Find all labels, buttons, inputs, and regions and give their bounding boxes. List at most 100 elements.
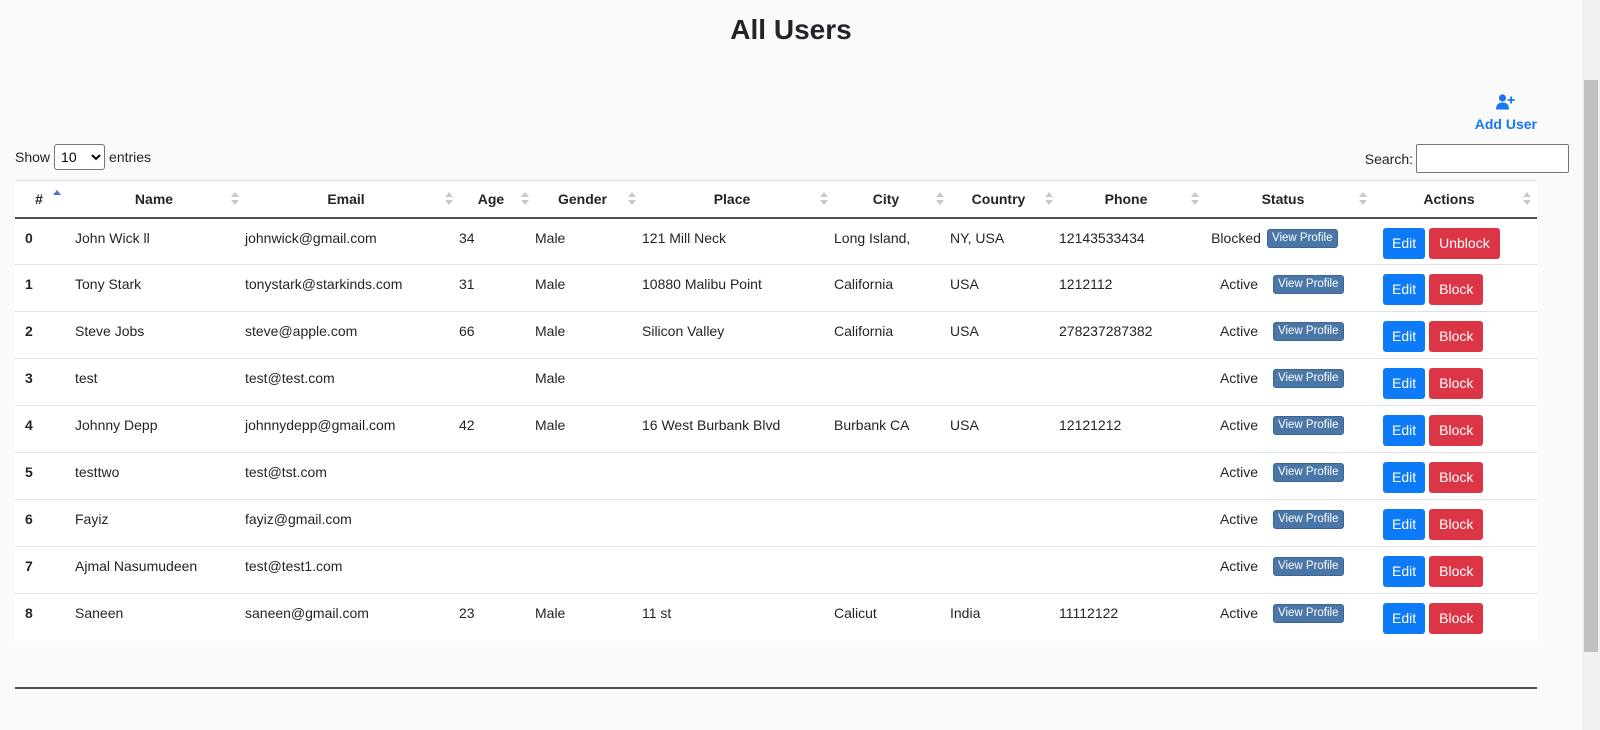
scrollbar-thumb[interactable] (1584, 80, 1598, 652)
view-profile-button[interactable]: View Profile (1267, 228, 1338, 248)
block-button[interactable]: Block (1429, 415, 1484, 446)
cell-name: John Wick ll (75, 217, 245, 265)
view-profile-button[interactable]: View Profile (1273, 322, 1344, 341)
cell-phone: 12143533434 (1059, 217, 1205, 265)
search-input[interactable] (1416, 144, 1569, 173)
cell-actions: Edit Block (1373, 358, 1537, 406)
cell-country: USA (950, 264, 1059, 312)
column-header-index[interactable]: # (15, 180, 75, 219)
sort-arrows-icon (231, 192, 239, 206)
status-text: Active (1219, 464, 1259, 480)
cell-name: Fayiz (75, 499, 245, 547)
cell-status: Active View Profile (1205, 358, 1373, 406)
edit-button[interactable]: Edit (1383, 227, 1426, 259)
cell-status: Active View Profile (1205, 405, 1373, 453)
status-text: Active (1219, 417, 1259, 433)
cell-gender: Male (535, 217, 642, 265)
cell-status: Active View Profile (1205, 593, 1373, 641)
sort-arrows-icon (628, 192, 636, 206)
cell-phone (1059, 358, 1205, 406)
edit-button[interactable]: Edit (1383, 603, 1426, 634)
block-button[interactable]: Block (1429, 462, 1484, 493)
cell-phone: 12121212 (1059, 405, 1205, 453)
sort-arrows-icon (53, 190, 61, 204)
column-header-name[interactable]: Name (75, 180, 245, 219)
entries-per-page-select[interactable]: 10 (54, 144, 106, 170)
block-button[interactable]: Block (1429, 556, 1484, 587)
view-profile-button[interactable]: View Profile (1273, 463, 1344, 482)
edit-button[interactable]: Edit (1383, 415, 1426, 446)
column-header-label: Country (971, 190, 1026, 207)
edit-button[interactable]: Edit (1383, 274, 1426, 305)
cell-country (950, 358, 1059, 406)
column-header-status[interactable]: Status (1205, 180, 1373, 219)
cell-place (642, 546, 834, 594)
column-header-age[interactable]: Age (459, 180, 535, 219)
column-header-country[interactable]: Country (950, 180, 1059, 219)
column-header-gender[interactable]: Gender (535, 180, 642, 219)
status-text: Active (1219, 558, 1259, 574)
status-text: Active (1219, 605, 1259, 621)
cell-place: Silicon Valley (642, 311, 834, 359)
page-scrollbar[interactable] (1582, 0, 1600, 730)
view-profile-button[interactable]: View Profile (1273, 275, 1344, 294)
cell-email: saneen@gmail.com (245, 593, 459, 641)
cell-gender (535, 546, 642, 594)
cell-gender (535, 452, 642, 500)
column-header-place[interactable]: Place (642, 180, 834, 219)
edit-button[interactable]: Edit (1383, 556, 1426, 587)
cell-place (642, 358, 834, 406)
status-text: Blocked (1211, 229, 1261, 246)
edit-button[interactable]: Edit (1383, 368, 1426, 399)
view-profile-button[interactable]: View Profile (1273, 510, 1344, 529)
cell-place: 10880 Malibu Point (642, 264, 834, 312)
column-header-email[interactable]: Email (245, 180, 459, 219)
block-button[interactable]: Block (1429, 321, 1484, 352)
cell-actions: Edit Unblock (1373, 217, 1537, 265)
column-header-label: Gender (557, 190, 607, 207)
cell-age: 66 (459, 311, 535, 359)
block-button[interactable]: Block (1429, 603, 1484, 634)
view-profile-button[interactable]: View Profile (1273, 604, 1344, 623)
column-header-phone[interactable]: Phone (1059, 180, 1205, 219)
cell-gender (535, 499, 642, 547)
block-button[interactable]: Block (1429, 509, 1484, 540)
table-row: 4 Johnny Depp johnnydepp@gmail.com 42 Male 16… (15, 405, 1537, 453)
cell-phone: 11112122 (1059, 593, 1205, 641)
cell-idx: 1 (15, 264, 75, 312)
edit-button[interactable]: Edit (1383, 321, 1426, 352)
cell-country: USA (950, 405, 1059, 453)
view-profile-button[interactable]: View Profile (1273, 369, 1344, 388)
table-header-row: # Name Email Age Gender Place City Country Phone… (15, 180, 1537, 219)
cell-status: Active View Profile (1205, 546, 1373, 594)
column-header-actions[interactable]: Actions (1373, 180, 1537, 219)
cell-age: 42 (459, 405, 535, 453)
cell-status: Active View Profile (1205, 452, 1373, 500)
cell-country: India (950, 593, 1059, 641)
column-header-city[interactable]: City (834, 180, 950, 219)
cell-city: Calicut (834, 593, 950, 641)
cell-city (834, 358, 950, 406)
cell-phone: 278237287382 (1059, 311, 1205, 359)
sort-arrows-icon (820, 192, 828, 206)
column-header-label: Status (1261, 190, 1305, 207)
cell-place: 16 West Burbank Blvd (642, 405, 834, 453)
edit-button[interactable]: Edit (1383, 509, 1426, 540)
view-profile-button[interactable]: View Profile (1273, 416, 1344, 435)
edit-button[interactable]: Edit (1383, 462, 1426, 493)
block-button[interactable]: Block (1429, 274, 1484, 305)
cell-actions: Edit Block (1373, 264, 1537, 312)
block-button[interactable]: Block (1429, 368, 1484, 399)
cell-name: Steve Jobs (75, 311, 245, 359)
sort-arrows-icon (936, 192, 944, 206)
sort-arrows-icon (521, 192, 529, 206)
search-label: Search: (1364, 150, 1413, 167)
view-profile-button[interactable]: View Profile (1273, 557, 1344, 576)
cell-idx: 6 (15, 499, 75, 547)
unblock-button[interactable]: Unblock (1429, 227, 1500, 259)
cell-idx: 0 (15, 217, 75, 265)
status-text: Active (1219, 511, 1259, 527)
cell-phone (1059, 452, 1205, 500)
sort-arrows-icon (1523, 192, 1531, 206)
add-user-button[interactable]: Add User (1475, 94, 1537, 132)
